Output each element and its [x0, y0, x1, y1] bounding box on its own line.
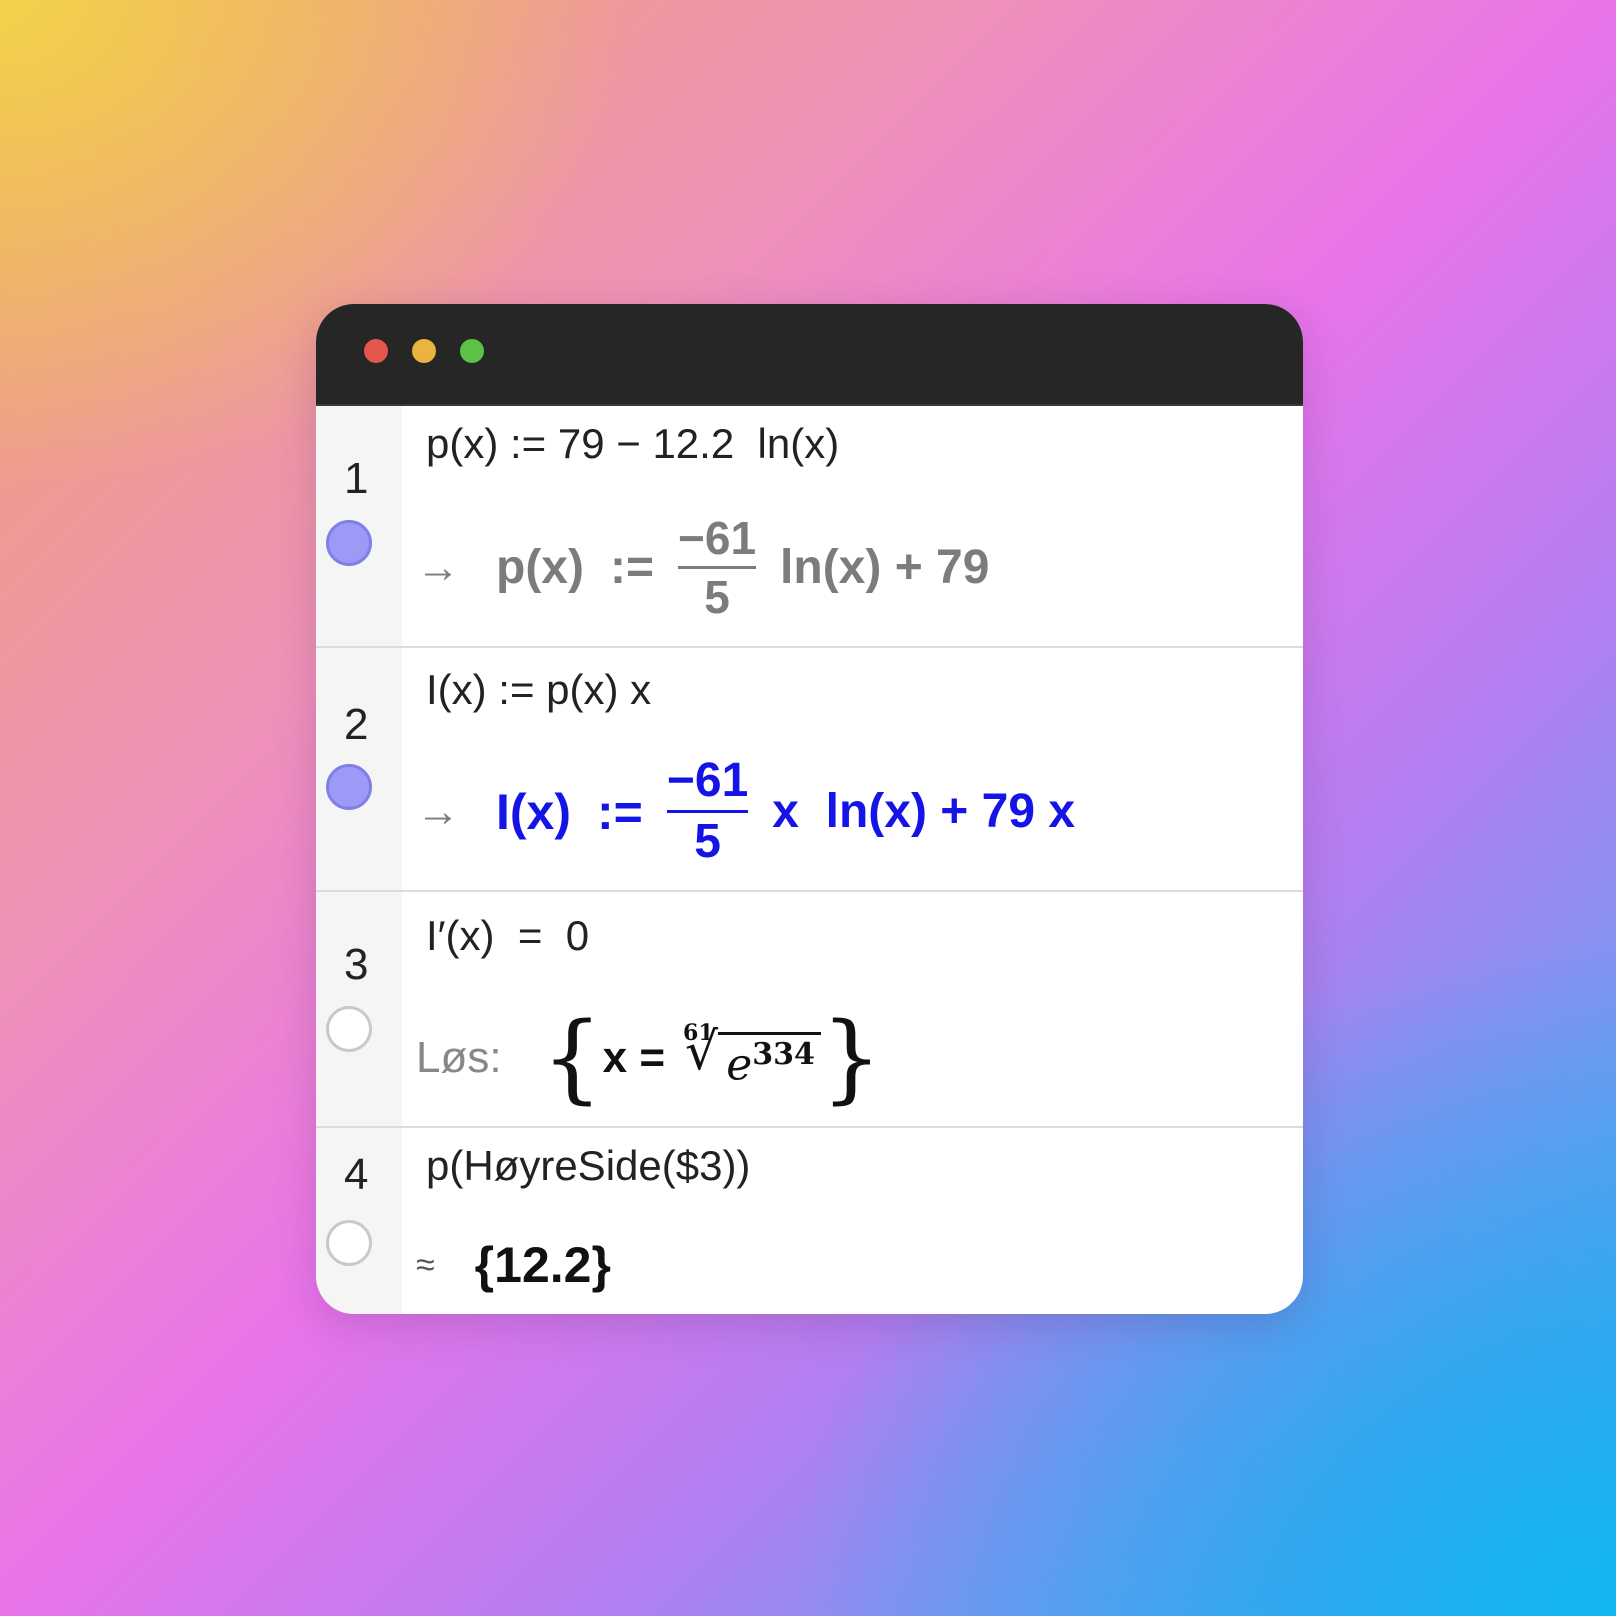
set-open-brace: { [541, 1002, 603, 1114]
nth-root: 61 √ e334 [683, 1020, 821, 1091]
close-window-button[interactable] [364, 339, 388, 363]
cas-input[interactable]: p(HøyreSide($3)) [426, 1142, 750, 1190]
output-value: {12.2} [474, 1237, 611, 1293]
radicand-base: e [726, 1039, 753, 1091]
output-fraction: −61 5 [666, 754, 749, 869]
cas-row-3[interactable]: 3 I′(x) = 0 Løs: { x = 61 √ e334 } [316, 892, 1303, 1128]
fraction-denominator: 5 [694, 815, 721, 869]
radicand-exponent: 334 [752, 1036, 815, 1072]
fraction-numerator: −61 [678, 512, 757, 564]
solution-expression: x = 61 √ e334 [602, 1020, 821, 1091]
visibility-toggle[interactable] [326, 764, 372, 810]
result-arrow-icon: → [416, 786, 460, 836]
cas-input[interactable]: I′(x) = 0 [426, 912, 589, 960]
row-gutter: 4 [316, 1128, 402, 1314]
cas-row-1[interactable]: 1 p(x) := 79 − 12.2 ln(x) → p(x) := −61 … [316, 406, 1303, 648]
minimize-window-button[interactable] [412, 339, 436, 363]
cas-output: → p(x) := −61 5 ln(x) + 79 [416, 514, 989, 622]
cas-input[interactable]: p(x) := 79 − 12.2 ln(x) [426, 420, 839, 468]
output-rest: ln(x) + 79 [780, 541, 990, 595]
maximize-window-button[interactable] [460, 339, 484, 363]
result-arrow-icon: → [416, 542, 460, 592]
fraction-denominator: 5 [704, 571, 730, 624]
row-number: 1 [344, 454, 369, 503]
fraction-bar [678, 566, 757, 570]
fraction-bar [666, 810, 749, 814]
cas-row-2[interactable]: 2 I(x) := p(x) x → I(x) := −61 5 x ln(x)… [316, 648, 1303, 892]
row-gutter: 2 [316, 648, 402, 890]
visibility-toggle[interactable] [326, 1220, 372, 1266]
visibility-toggle[interactable] [326, 1006, 372, 1052]
cas-row-4[interactable]: 4 p(HøyreSide($3)) ≈ {12.2} [316, 1128, 1303, 1314]
solution-lhs: x = [602, 1033, 666, 1082]
row-number: 4 [344, 1150, 369, 1199]
output-assign: := [609, 541, 654, 595]
window-titlebar [316, 304, 1303, 406]
output-assign: := [597, 783, 643, 840]
row-number: 3 [344, 940, 369, 989]
cas-output: → I(x) := −61 5 x ln(x) + 79 x [416, 754, 1076, 869]
cas-window: 1 p(x) := 79 − 12.2 ln(x) → p(x) := −61 … [316, 304, 1303, 1314]
cas-input[interactable]: I(x) := p(x) x [426, 666, 651, 714]
set-close-brace: } [820, 1002, 882, 1114]
row-gutter: 1 [316, 406, 402, 646]
output-lhs: I(x) [496, 783, 571, 840]
fraction-numerator: −61 [666, 754, 749, 807]
output-fraction: −61 5 [678, 512, 757, 624]
row-gutter: 3 [316, 892, 402, 1126]
output-rest: x ln(x) + 79 x [772, 785, 1076, 839]
approx-icon: ≈ [416, 1245, 435, 1284]
solve-label: Løs: [416, 1033, 502, 1082]
radicand: e334 [718, 1031, 821, 1091]
cas-output: Løs: { x = 61 √ e334 } [416, 1010, 882, 1106]
visibility-toggle[interactable] [326, 520, 372, 566]
row-number: 2 [344, 700, 369, 749]
cas-output: ≈ {12.2} [416, 1236, 611, 1294]
root-index: 61 [683, 1019, 714, 1046]
output-lhs: p(x) [496, 541, 584, 595]
